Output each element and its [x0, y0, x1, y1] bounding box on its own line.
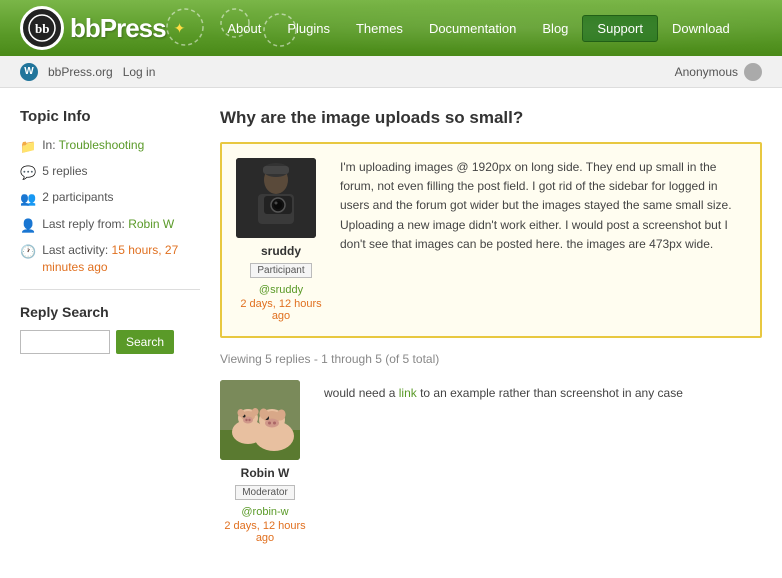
reply-text-before: would need a — [324, 386, 399, 400]
last-reply-link[interactable]: Robin W — [128, 217, 174, 231]
admin-bar-right: Anonymous — [675, 63, 762, 81]
last-activity-item: 🕐 Last activity: 15 hours, 27 minutes ag… — [20, 242, 200, 276]
reply-text: would need a link to an example rather t… — [324, 380, 762, 544]
clock-icon: 🕐 — [20, 243, 36, 261]
sidebar-divider — [20, 289, 200, 290]
replies-icon: 💬 — [20, 164, 36, 182]
reply-username: Robin W — [220, 466, 310, 480]
reply-avatar-area: Robin W Moderator @robin-w 2 days, 12 ho… — [220, 380, 310, 544]
logo-text: bbPress — [70, 13, 166, 44]
logo-icon: bb — [20, 6, 64, 50]
post-time: 2 days, 12 hours ago — [236, 298, 326, 322]
replies-count: 5 replies — [42, 163, 87, 180]
post-username: sruddy — [236, 244, 326, 258]
post-avatar — [236, 158, 316, 238]
admin-site-link[interactable]: bbPress.org — [48, 65, 113, 79]
pigs-avatar — [220, 380, 300, 460]
admin-bar: W bbPress.org Log in Anonymous — [0, 56, 782, 88]
reply-time: 2 days, 12 hours ago — [220, 520, 310, 544]
wp-logo: W — [20, 63, 38, 81]
reply-avatar — [220, 380, 300, 460]
reply-text-after: to an example rather than screenshot in … — [417, 386, 683, 400]
reply-search-title: Reply Search — [20, 304, 200, 320]
nav-plugins[interactable]: Plugins — [275, 15, 342, 42]
viewing-line: Viewing 5 replies - 1 through 5 (of 5 to… — [220, 352, 762, 366]
photographer-avatar — [236, 158, 316, 238]
nav-support[interactable]: Support — [582, 15, 658, 42]
post-inner: sruddy Participant @sruddy 2 days, 12 ho… — [236, 158, 746, 322]
category-link[interactable]: Troubleshooting — [59, 138, 145, 152]
nav-documentation[interactable]: Documentation — [417, 15, 528, 42]
person-icon: 👤 — [20, 217, 36, 235]
logo-area[interactable]: bb bbPress ✦ — [20, 6, 185, 50]
svg-text:bb: bb — [35, 21, 49, 36]
nav-themes[interactable]: Themes — [344, 15, 415, 42]
site-header: bb bbPress ✦ About Plugins Themes Docume… — [0, 0, 782, 56]
post-text: I'm uploading images @ 1920px on long si… — [340, 158, 746, 322]
main-content: Topic Info 📁 In: Troubleshooting 💬 5 rep… — [0, 88, 782, 578]
topic-replies-item: 💬 5 replies — [20, 163, 200, 182]
topic-title: Why are the image uploads so small? — [220, 108, 762, 128]
reply-post: Robin W Moderator @robin-w 2 days, 12 ho… — [220, 380, 762, 544]
last-activity-link[interactable]: 15 hours, 27 minutes ago — [42, 243, 178, 274]
topic-participants-item: 👥 2 participants — [20, 189, 200, 208]
admin-bar-left: W bbPress.org Log in — [20, 63, 155, 81]
folder-icon: 📁 — [20, 138, 36, 156]
last-reply-item: 👤 Last reply from: Robin W — [20, 216, 200, 235]
post-avatar-area: sruddy Participant @sruddy 2 days, 12 ho… — [236, 158, 326, 322]
participants-icon: 👥 — [20, 190, 36, 208]
topic-category-item: 📁 In: Troubleshooting — [20, 137, 200, 156]
content-area: Why are the image uploads so small? — [220, 108, 762, 558]
sidebar: Topic Info 📁 In: Troubleshooting 💬 5 rep… — [20, 108, 200, 558]
reply-link[interactable]: link — [399, 386, 417, 400]
reply-role-badge: Moderator — [235, 485, 295, 500]
main-nav: About Plugins Themes Documentation Blog … — [215, 15, 741, 42]
user-avatar — [744, 63, 762, 81]
doodle-star: ✦ — [174, 20, 186, 37]
original-post: sruddy Participant @sruddy 2 days, 12 ho… — [220, 142, 762, 338]
admin-login-link[interactable]: Log in — [123, 65, 156, 79]
post-handle: @sruddy — [236, 284, 326, 296]
post-role-badge: Participant — [250, 263, 311, 278]
reply-handle: @robin-w — [220, 506, 310, 518]
topic-info-title: Topic Info — [20, 108, 200, 125]
nav-download[interactable]: Download — [660, 15, 742, 42]
search-input[interactable] — [20, 330, 110, 354]
user-label: Anonymous — [675, 65, 738, 79]
search-form: Search — [20, 330, 200, 354]
nav-about[interactable]: About — [215, 15, 273, 42]
participants-count: 2 participants — [42, 189, 113, 206]
search-button[interactable]: Search — [116, 330, 174, 354]
nav-blog[interactable]: Blog — [530, 15, 580, 42]
